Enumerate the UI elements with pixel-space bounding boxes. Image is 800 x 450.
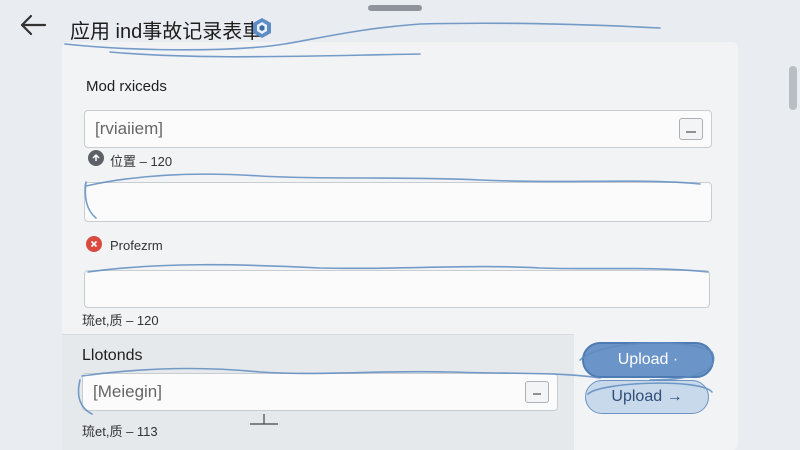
text-field-3[interactable]: [84, 270, 710, 308]
scrollbar[interactable]: [786, 58, 800, 450]
upload-button-primary[interactable]: Upload ·: [582, 342, 714, 378]
section-label: Mod rxiceds: [86, 78, 167, 95]
text-field-lower[interactable]: [Meiegin]: [82, 373, 558, 411]
arrow-left-icon: [20, 14, 47, 36]
error-label: Profezrm: [110, 238, 163, 253]
minus-box-icon[interactable]: [525, 381, 549, 403]
lower-field-value: [Meiegin]: [93, 382, 162, 401]
page-title: 应用 ind事故记录表車: [70, 21, 263, 43]
field-meta-1: 琉et,质 – 120: [82, 313, 159, 328]
text-field-1[interactable]: [rviaiiem]: [84, 110, 712, 148]
cursor-tick-mark: [250, 414, 278, 425]
lower-section-label: Llotonds: [82, 347, 143, 364]
back-button[interactable]: [16, 10, 50, 40]
info-text: 位置 – 120: [110, 154, 173, 169]
form-lower-section: Llotonds [Meiegin] 琉et,质 – 113: [62, 334, 574, 450]
x-circle-icon: [86, 236, 102, 252]
text-field-2[interactable]: [84, 182, 712, 222]
upload-button-secondary[interactable]: Upload →: [585, 380, 709, 414]
shield-badge-icon: [253, 18, 271, 38]
arrow-up-circle-icon: [88, 150, 104, 166]
dropdown-box-icon[interactable]: [679, 118, 703, 140]
field-1-value: [rviaiiem]: [95, 119, 164, 138]
field-meta-lower: 琉et,质 – 113: [82, 424, 158, 439]
form-upper-section: Mod rxiceds [rviaiiem] 位置 – 120 Profezrm…: [62, 42, 738, 334]
scrollbar-thumb[interactable]: [789, 66, 797, 110]
